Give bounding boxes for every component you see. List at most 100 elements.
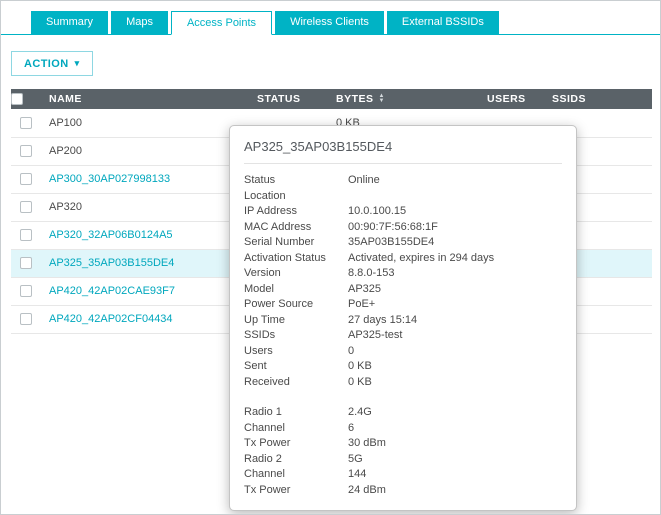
ap-name-text: AP200 xyxy=(49,145,82,157)
field-value: 2.4G xyxy=(348,405,562,421)
field-value: Activated, expires in 294 days xyxy=(348,251,562,267)
field-label: Radio 1 xyxy=(244,405,348,421)
select-all-cell xyxy=(11,89,41,109)
tab-wireless-clients[interactable]: Wireless Clients xyxy=(275,11,384,34)
tab-bar: Summary Maps Access Points Wireless Clie… xyxy=(1,1,660,35)
column-header-users[interactable]: USERS xyxy=(479,89,544,109)
field-label: Radio 2 xyxy=(244,452,348,468)
popup-field: Location xyxy=(244,189,562,205)
popup-fields: StatusOnline Location IP Address10.0.100… xyxy=(244,173,562,498)
row-checkbox[interactable] xyxy=(20,285,32,297)
field-value: 35AP03B155DE4 xyxy=(348,235,562,251)
popup-title: AP325_35AP03B155DE4 xyxy=(244,137,562,164)
field-label: Up Time xyxy=(244,313,348,329)
ap-name-link[interactable]: AP420_42AP02CF04434 xyxy=(49,313,173,325)
popup-field: Power SourcePoE+ xyxy=(244,297,562,313)
popup-field: StatusOnline xyxy=(244,173,562,189)
ap-name-link[interactable]: AP325_35AP03B155DE4 xyxy=(49,257,174,269)
field-value: 8.8.0-153 xyxy=(348,266,562,282)
select-all-checkbox[interactable] xyxy=(11,93,23,105)
popup-field: Sent0 KB xyxy=(244,359,562,375)
field-label: Power Source xyxy=(244,297,348,313)
row-checkbox[interactable] xyxy=(20,229,32,241)
tab-maps[interactable]: Maps xyxy=(111,11,168,34)
field-label: Tx Power xyxy=(244,483,348,499)
field-label: SSIDs xyxy=(244,328,348,344)
ap-name-link[interactable]: AP300_30AP027998133 xyxy=(49,173,170,185)
ap-details-popup: AP325_35AP03B155DE4 StatusOnline Locatio… xyxy=(229,125,577,511)
popup-field: IP Address10.0.100.15 xyxy=(244,204,562,220)
field-label: Channel xyxy=(244,467,348,483)
field-label: Version xyxy=(244,266,348,282)
popup-field: Tx Power24 dBm xyxy=(244,483,562,499)
row-checkbox[interactable] xyxy=(20,313,32,325)
field-value: 144 xyxy=(348,467,562,483)
field-value xyxy=(348,189,562,205)
field-label: Tx Power xyxy=(244,436,348,452)
popup-field: Activation StatusActivated, expires in 2… xyxy=(244,251,562,267)
row-checkbox[interactable] xyxy=(20,145,32,157)
ap-name-link[interactable]: AP320_32AP06B0124A5 xyxy=(49,229,173,241)
field-label: Model xyxy=(244,282,348,298)
popup-field: Channel144 xyxy=(244,467,562,483)
action-button-label: ACTION xyxy=(24,58,69,70)
field-value: 0 KB xyxy=(348,375,562,391)
field-label: Serial Number xyxy=(244,235,348,251)
page: Summary Maps Access Points Wireless Clie… xyxy=(0,0,661,515)
field-label: Activation Status xyxy=(244,251,348,267)
field-label: Users xyxy=(244,344,348,360)
popup-field: Users0 xyxy=(244,344,562,360)
tab-summary[interactable]: Summary xyxy=(31,11,108,34)
field-label: Status xyxy=(244,173,348,189)
field-value: Online xyxy=(348,173,562,189)
field-value: AP325 xyxy=(348,282,562,298)
field-value: 0 xyxy=(348,344,562,360)
column-header-ssids[interactable]: SSIDS xyxy=(544,89,652,109)
sort-icon: ▲▼ xyxy=(379,94,385,104)
popup-section-gap xyxy=(244,390,562,405)
column-label-ssids: SSIDS xyxy=(552,93,586,105)
popup-field: Channel6 xyxy=(244,421,562,437)
popup-field: Version8.8.0-153 xyxy=(244,266,562,282)
field-label: Location xyxy=(244,189,348,205)
column-header-status[interactable]: STATUS xyxy=(249,89,328,109)
tab-access-points[interactable]: Access Points xyxy=(171,11,272,35)
popup-field: ModelAP325 xyxy=(244,282,562,298)
ap-name-text: AP100 xyxy=(49,117,82,129)
popup-field: Radio 12.4G xyxy=(244,405,562,421)
row-checkbox[interactable] xyxy=(20,201,32,213)
popup-field: Tx Power30 dBm xyxy=(244,436,562,452)
field-value: AP325-test xyxy=(348,328,562,344)
field-value: 30 dBm xyxy=(348,436,562,452)
column-header-name[interactable]: NAME xyxy=(41,89,249,109)
row-checkbox[interactable] xyxy=(20,257,32,269)
field-value: 0 KB xyxy=(348,359,562,375)
column-header-bytes[interactable]: BYTES ▲▼ xyxy=(328,89,479,109)
column-label-users: USERS xyxy=(487,93,526,105)
popup-field: MAC Address00:90:7F:56:68:1F xyxy=(244,220,562,236)
field-value: 10.0.100.15 xyxy=(348,204,562,220)
field-value: 24 dBm xyxy=(348,483,562,499)
column-label-name: NAME xyxy=(49,93,82,105)
ap-name-link[interactable]: AP420_42AP02CAE93F7 xyxy=(49,285,175,297)
field-label: Received xyxy=(244,375,348,391)
field-label: MAC Address xyxy=(244,220,348,236)
action-button[interactable]: ACTION ▾ xyxy=(11,51,93,76)
field-value: 5G xyxy=(348,452,562,468)
field-value: 00:90:7F:56:68:1F xyxy=(348,220,562,236)
toolbar: ACTION ▾ xyxy=(1,35,660,89)
row-checkbox[interactable] xyxy=(20,173,32,185)
field-label: IP Address xyxy=(244,204,348,220)
field-value: PoE+ xyxy=(348,297,562,313)
column-label-bytes: BYTES xyxy=(336,93,374,105)
row-checkbox[interactable] xyxy=(20,117,32,129)
popup-field: Radio 25G xyxy=(244,452,562,468)
field-value: 27 days 15:14 xyxy=(348,313,562,329)
field-label: Sent xyxy=(244,359,348,375)
field-value: 6 xyxy=(348,421,562,437)
popup-field: Received0 KB xyxy=(244,375,562,391)
popup-field: Serial Number35AP03B155DE4 xyxy=(244,235,562,251)
column-label-status: STATUS xyxy=(257,93,300,105)
tab-external-bssids[interactable]: External BSSIDs xyxy=(387,11,499,34)
table-header-row: NAME STATUS BYTES ▲▼ USERS SSIDS xyxy=(11,89,652,109)
